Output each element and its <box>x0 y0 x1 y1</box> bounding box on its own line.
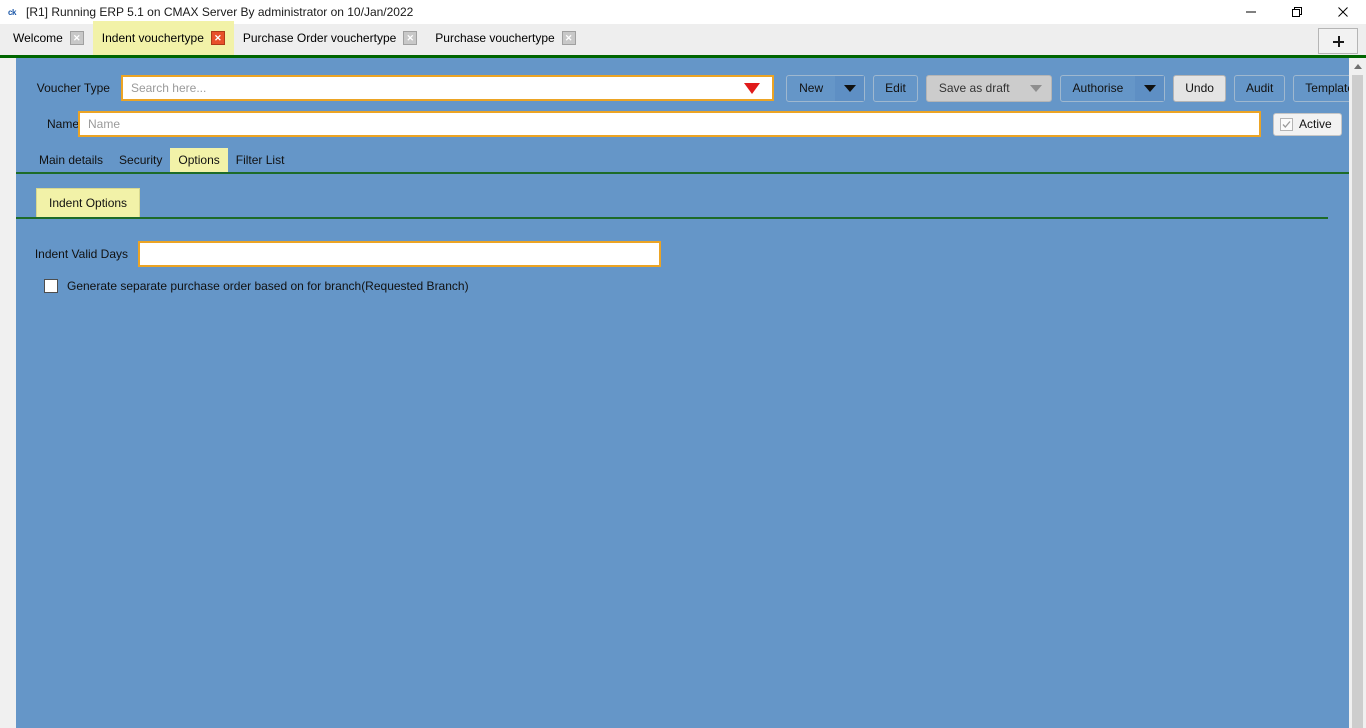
main-content: Voucher Type Search here... New Edit Sav… <box>16 58 1366 728</box>
voucher-type-row: Voucher Type Search here... New Edit Sav… <box>16 58 1366 104</box>
chevron-down-icon <box>1030 84 1043 92</box>
tab-filter-list[interactable]: Filter List <box>228 148 293 172</box>
chevron-down-icon <box>843 84 856 92</box>
left-gutter <box>0 58 16 728</box>
options-form: Indent Valid Days Generate separate purc… <box>16 219 1366 293</box>
tab-label: Indent vouchertype <box>101 31 204 45</box>
tab-label: Welcome <box>13 31 63 45</box>
tab-label: Security <box>119 153 163 167</box>
tab-close-icon[interactable]: ✕ <box>69 31 84 45</box>
tab-close-icon[interactable]: ✕ <box>561 31 576 45</box>
name-placeholder: Name <box>88 117 121 131</box>
undo-button-label: Undo <box>1185 81 1214 95</box>
template-button-label: Template <box>1305 81 1354 95</box>
tab-options[interactable]: Options <box>170 148 228 172</box>
authorise-button-label: Authorise <box>1072 81 1124 95</box>
indent-valid-days-input[interactable] <box>138 241 661 267</box>
name-row: Name Name Active <box>16 104 1366 144</box>
detail-tabs: Main details Security Options Filter Lis… <box>16 148 1349 174</box>
tab-label: Indent Options <box>49 196 128 210</box>
tabstrip: Welcome ✕ Indent vouchertype ✕ Purchase … <box>0 21 1366 58</box>
audit-button[interactable]: Audit <box>1233 74 1286 102</box>
indent-valid-days-row: Indent Valid Days <box>16 241 1366 267</box>
tab-label: Purchase Order vouchertype <box>242 31 397 45</box>
tab-label: Options <box>178 153 220 167</box>
tab-purchase-order-vouchertype[interactable]: Purchase Order vouchertype ✕ <box>234 21 426 55</box>
checkbox-unchecked-icon[interactable] <box>44 279 58 293</box>
dropdown-caret-icon[interactable] <box>744 82 761 94</box>
authorise-button[interactable]: Authorise <box>1059 74 1166 102</box>
tab-close-icon[interactable]: ✕ <box>210 31 225 45</box>
edit-button[interactable]: Edit <box>873 74 918 102</box>
active-checkbox[interactable]: Active <box>1273 112 1342 136</box>
new-button-dropdown[interactable] <box>835 75 865 101</box>
tab-security[interactable]: Security <box>111 148 170 172</box>
vertical-scrollbar[interactable] <box>1349 58 1366 728</box>
new-button[interactable]: New <box>786 74 866 102</box>
tab-indent-vouchertype[interactable]: Indent vouchertype ✕ <box>92 21 234 55</box>
tab-main-details[interactable]: Main details <box>31 148 111 172</box>
authorise-button-dropdown[interactable] <box>1135 75 1165 101</box>
tab-close-icon[interactable]: ✕ <box>403 31 418 45</box>
plus-icon <box>1332 35 1344 47</box>
save-as-draft-dropdown[interactable] <box>1022 76 1051 101</box>
voucher-type-search-input[interactable]: Search here... <box>120 75 775 101</box>
checkbox-checked-icon <box>1280 117 1293 131</box>
tab-label: Filter List <box>235 153 285 167</box>
search-placeholder: Search here... <box>130 81 207 95</box>
undo-button[interactable]: Undo <box>1173 74 1226 102</box>
generate-separate-po-label: Generate separate purchase order based o… <box>67 279 469 293</box>
window-controls <box>1228 0 1366 24</box>
restore-icon[interactable] <box>1274 0 1320 24</box>
close-icon[interactable] <box>1320 0 1366 24</box>
scrollbar-thumb[interactable] <box>1352 75 1363 728</box>
new-button-label: New <box>799 81 824 95</box>
save-as-draft-button[interactable]: Save as draft <box>925 74 1052 102</box>
tab-purchase-vouchertype[interactable]: Purchase vouchertype ✕ <box>426 21 584 55</box>
save-as-draft-label: Save as draft <box>938 81 1010 95</box>
tab-list: Welcome ✕ Indent vouchertype ✕ Purchase … <box>0 21 585 55</box>
app-icon: ck <box>8 7 16 17</box>
generate-separate-po-row: Generate separate purchase order based o… <box>16 279 1366 293</box>
tab-indent-options[interactable]: Indent Options <box>36 188 141 217</box>
action-buttons: New Edit Save as draft Authorise Undo Au… <box>786 74 1366 102</box>
minimize-icon[interactable] <box>1228 0 1274 24</box>
scroll-up-arrow-icon[interactable] <box>1349 58 1366 75</box>
audit-button-label: Audit <box>1245 81 1274 95</box>
triangle-up-icon <box>1353 64 1362 69</box>
name-input[interactable]: Name <box>78 111 1261 137</box>
edit-button-label: Edit <box>885 81 906 95</box>
window-title: [R1] Running ERP 5.1 on CMAX Server By a… <box>26 5 414 19</box>
tab-label: Purchase vouchertype <box>435 31 555 45</box>
tab-welcome[interactable]: Welcome ✕ <box>4 21 93 55</box>
new-tab-button[interactable] <box>1318 28 1358 54</box>
app-body: Voucher Type Search here... New Edit Sav… <box>0 58 1366 728</box>
tab-label: Main details <box>39 153 104 167</box>
name-label: Name <box>47 117 80 131</box>
indent-valid-days-label: Indent Valid Days <box>34 247 128 261</box>
voucher-type-label: Voucher Type <box>36 81 110 95</box>
section-tabs: Indent Options <box>16 188 1328 219</box>
active-checkbox-label: Active <box>1299 117 1332 131</box>
chevron-down-icon <box>1143 84 1156 92</box>
